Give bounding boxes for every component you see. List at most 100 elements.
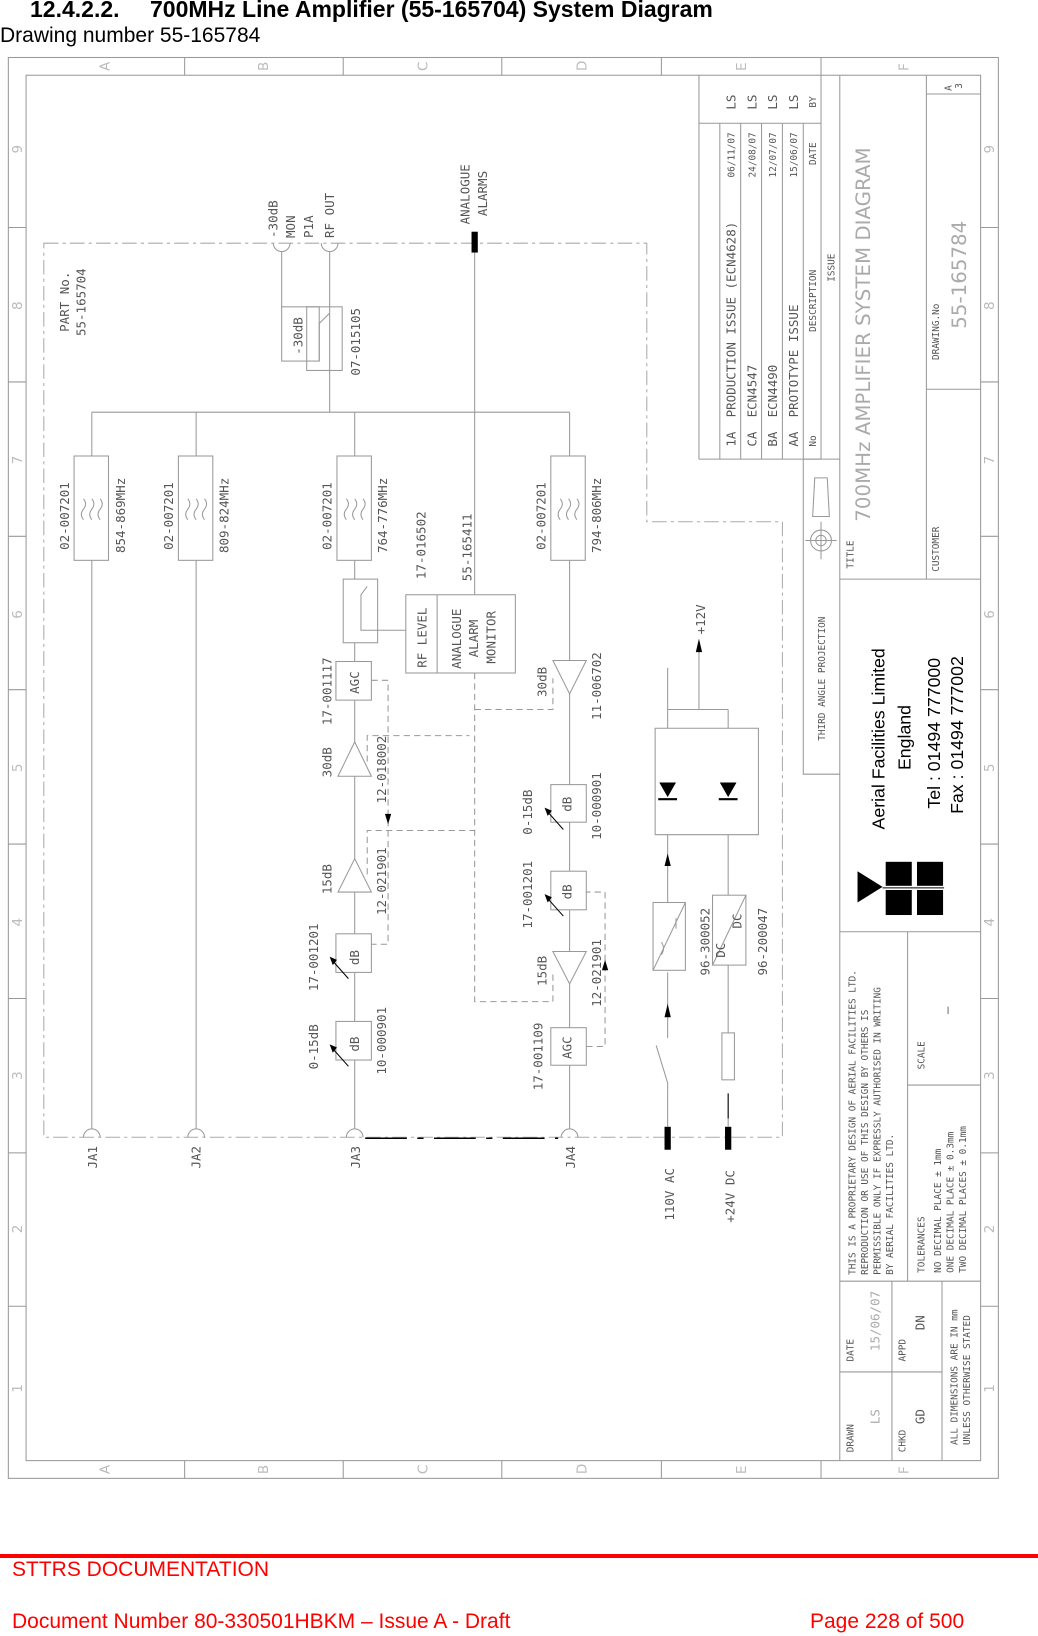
monitor-line-1: ANALOGUE bbox=[449, 609, 464, 669]
amplifier-15db-icon bbox=[337, 857, 373, 893]
grid-row-label: 1 bbox=[10, 1384, 26, 1393]
fuse-icon bbox=[721, 1032, 735, 1081]
arrow-icon bbox=[695, 638, 703, 653]
units-note: UNLESS OTHERWISE STATED bbox=[962, 1315, 973, 1445]
company-logo-icon bbox=[857, 861, 945, 916]
drawn-label: DRAWN bbox=[845, 1424, 856, 1453]
grid-row-label: 8 bbox=[982, 301, 998, 310]
grid-column-label: A bbox=[98, 1464, 114, 1474]
agc-label: AGC bbox=[347, 671, 362, 694]
amplifier-15db-icon bbox=[552, 951, 588, 986]
coupler-value: -30dB bbox=[291, 317, 306, 355]
ac-connector bbox=[664, 1126, 671, 1150]
amp-part: 12-021901 bbox=[589, 939, 604, 1007]
grid-column-label: F bbox=[897, 1466, 913, 1474]
grid-row-label: 9 bbox=[982, 145, 998, 154]
monitor-part: 55-165411 bbox=[460, 513, 475, 581]
monitor-coupler-part: 17-016502 bbox=[414, 511, 429, 579]
company-name: Aerial Facilities Limited bbox=[869, 648, 889, 829]
dc-input-label: +24V DC bbox=[722, 1170, 737, 1223]
filter-band: 809-824MHz bbox=[216, 478, 231, 553]
attenuator-range: 0-15dB bbox=[306, 1024, 321, 1069]
grid-row-label: 7 bbox=[10, 456, 26, 465]
company-tel: Tel : 01494 777000 bbox=[924, 658, 944, 809]
attenuator-label: dB bbox=[347, 950, 362, 965]
third-angle-projection-icon bbox=[805, 477, 837, 560]
filter-part: 02-007201 bbox=[161, 482, 176, 550]
ac-input-label: 110V AC bbox=[662, 1168, 677, 1221]
grid-column-label: E bbox=[734, 62, 750, 71]
attenuator-part: 10-000901 bbox=[374, 1007, 389, 1075]
rev-no: CA bbox=[744, 431, 759, 447]
drawing-title: 700MHz AMPLIFIER SYSTEM DIAGRAM bbox=[852, 147, 875, 521]
rf-out-label: RF OUT bbox=[322, 192, 337, 238]
amp-part: 12-021901 bbox=[374, 847, 389, 915]
units-note: ALL DIMENSIONS ARE IN mm bbox=[950, 1309, 961, 1445]
amp-part: 12-018002 bbox=[374, 736, 389, 804]
attenuator-part: 10-000901 bbox=[589, 772, 604, 840]
filter-part: 02-007201 bbox=[57, 482, 72, 550]
grid-row-label: 2 bbox=[10, 1225, 26, 1234]
rev-header-by: BY bbox=[808, 96, 819, 108]
rev-no: BA bbox=[765, 431, 780, 447]
attenuator-range: 0-15dB bbox=[520, 790, 535, 835]
rev-no: AA bbox=[786, 431, 801, 447]
rev-header-date: DATE bbox=[808, 142, 819, 165]
rev-header-issue: ISSUE bbox=[827, 253, 838, 282]
revision-table: 1A PRODUCTION ISSUE (ECN4628) 06/11/07 L… bbox=[698, 75, 838, 460]
title-block: A 3 TITLE 700MHz AMPLIFIER SYSTEM DIAGRA… bbox=[802, 75, 981, 1461]
rev-date: 15/06/07 bbox=[789, 132, 800, 177]
ja-ports: JA1 JA2 JA3 JA4 bbox=[82, 1128, 579, 1169]
disclaimer-line: PERMISSIBLE ONLY IF EXPRESSLY AUTHORISED… bbox=[872, 987, 883, 1275]
tolerance-line: NO DECIMAL PLACE ± 1mm bbox=[933, 1148, 944, 1273]
grid-column-label: F bbox=[897, 63, 913, 71]
rf-out-connector bbox=[320, 243, 339, 252]
ja3-uplink-chain: AGC 17-001117 30dB 12-018002 15dB 12-021… bbox=[306, 657, 389, 1074]
drawn-value: LS bbox=[867, 1409, 882, 1424]
footer-page-number: Page 228 of 500 bbox=[810, 1610, 965, 1633]
scale-label: SCALE bbox=[916, 1041, 927, 1070]
filter-2: 02-007201 809-824MHz bbox=[161, 455, 231, 561]
company-country: England bbox=[895, 705, 915, 770]
grid-row-label: 9 bbox=[10, 145, 26, 154]
rev-date: 12/07/07 bbox=[768, 132, 779, 177]
mon-label-1: -30dB bbox=[265, 200, 280, 238]
alarms-connector bbox=[471, 231, 478, 253]
grid-row-label: 3 bbox=[982, 1071, 998, 1080]
rev-by: LS bbox=[765, 95, 780, 110]
grid-column-label: B bbox=[256, 1465, 272, 1474]
attenuator-label: dB bbox=[347, 1037, 362, 1052]
grid-row-label: 2 bbox=[982, 1225, 998, 1234]
monitor-line-2: ALARM bbox=[466, 620, 481, 658]
tolerance-line: TWO DECIMAL PLACES ± 0.1mm bbox=[958, 1126, 969, 1273]
port-ja1: JA1 bbox=[85, 1146, 100, 1169]
amplifier-30db-icon bbox=[552, 659, 588, 696]
date-value: 15/06/07 bbox=[867, 1291, 882, 1351]
ja4-downlink-chain: 30dB 11-006702 dB 0-15dB 10-000901 dB 17… bbox=[520, 652, 604, 1090]
attenuator-part: 17-001201 bbox=[520, 861, 535, 929]
sheet-size: 3 bbox=[954, 83, 965, 89]
part-label: PART No. bbox=[57, 272, 72, 332]
customer-label: CUSTOMER bbox=[931, 526, 942, 572]
rev-header-no: No bbox=[808, 435, 819, 447]
grid-row-label: 5 bbox=[982, 763, 998, 772]
scale-value: — bbox=[939, 1006, 954, 1014]
amplifier-30db-icon bbox=[337, 740, 373, 777]
drawing-no-label: DRAWING.No bbox=[931, 303, 942, 360]
disclaimer-line: BY AERIAL FACILITIES LTD. bbox=[885, 1134, 896, 1275]
filter-part: 02-007201 bbox=[320, 482, 335, 550]
inner-border bbox=[25, 74, 982, 1462]
filter-4: 02-007201 794-806MHz bbox=[534, 455, 604, 561]
amp-gain: 15dB bbox=[535, 956, 550, 986]
footer-document-number: Document Number 80-330501HBKM – Issue A … bbox=[12, 1610, 511, 1633]
title-label: TITLE bbox=[845, 540, 856, 569]
amp-gain: 15dB bbox=[320, 864, 335, 894]
rev-by: LS bbox=[786, 95, 801, 110]
system-diagram-drawing: AABBCCDDEEFF1 12 23 34 45 56 67 78 89 9 PART No. … bbox=[7, 56, 999, 1479]
mon-label-2: MON bbox=[283, 215, 298, 238]
chkd-value: GD bbox=[912, 1409, 927, 1424]
grid-column-label: C bbox=[416, 1465, 432, 1474]
agc-part: 17-001117 bbox=[320, 657, 335, 725]
rev-date: 06/11/07 bbox=[726, 132, 737, 177]
filter-3: 02-007201 764-776MHz bbox=[320, 455, 390, 561]
